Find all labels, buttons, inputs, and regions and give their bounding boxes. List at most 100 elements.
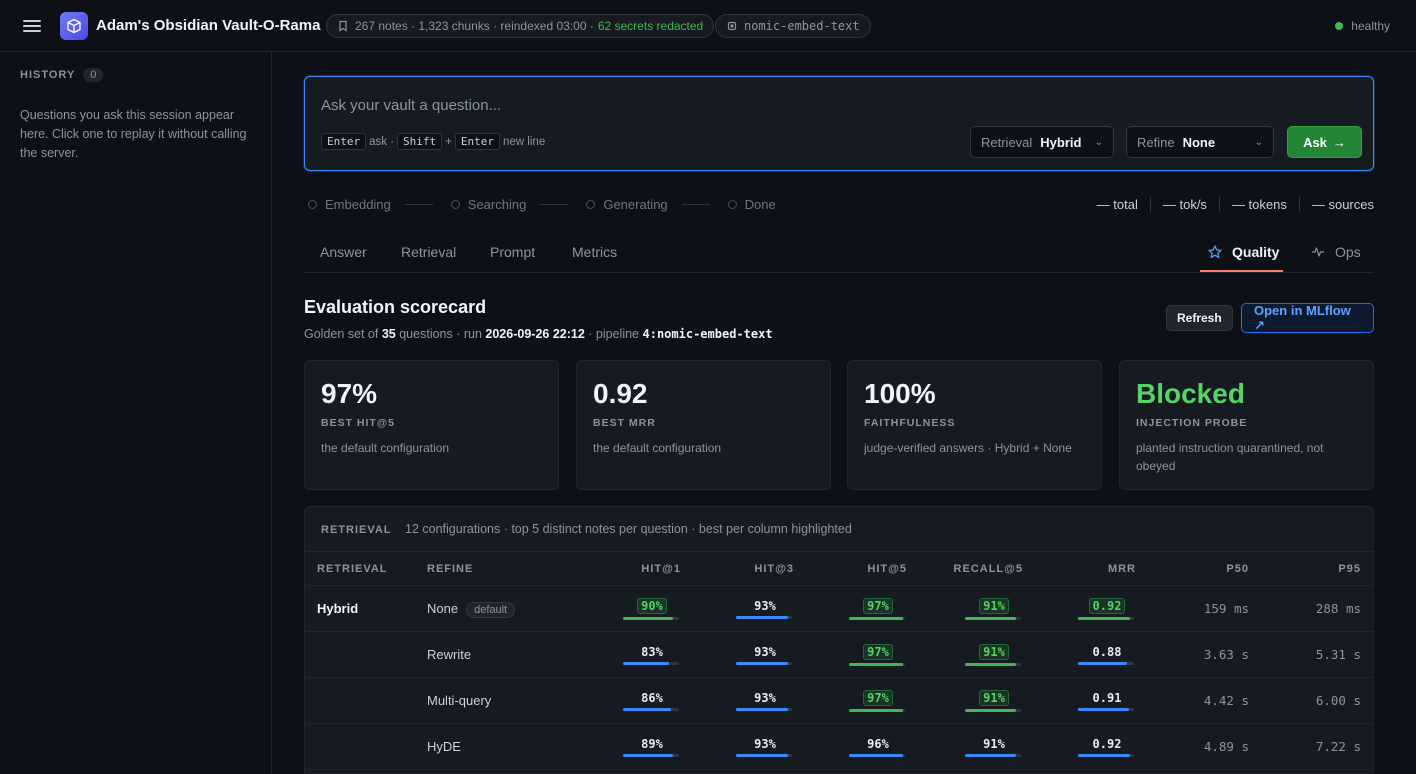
ask-button[interactable]: Ask →	[1287, 126, 1362, 158]
cell-hit5: 96%	[806, 723, 919, 770]
card-best-mrr: 0.92 BEST MRR the default configuration	[576, 360, 831, 490]
refine-label: Multi-query	[427, 693, 492, 708]
kbd-shift: Shift	[397, 133, 443, 150]
kbd-enter-2: Enter	[454, 133, 501, 150]
cell-p95: 5.31 s	[1261, 631, 1373, 678]
metric-cards: 97% BEST HIT@5 the default configuration…	[304, 360, 1374, 490]
step-searching: Searching	[447, 197, 583, 212]
col-header[interactable]: HIT@1	[585, 551, 693, 586]
cell-hit1: 83%	[585, 631, 693, 678]
vault-logo-icon	[60, 12, 88, 40]
status-text: healthy	[1351, 19, 1390, 33]
metric-bar	[1078, 662, 1134, 665]
top-bar: Adam's Obsidian Vault-O-Rama 267 notes ·…	[0, 0, 1416, 52]
chip-icon	[727, 21, 737, 31]
tab-retrieval[interactable]: Retrieval	[401, 244, 456, 260]
question-input[interactable]: Ask your vault a question...	[321, 97, 501, 114]
run-stats: — total — tok/s — tokens — sources	[1085, 197, 1374, 212]
ask-button-label: Ask	[1303, 134, 1327, 150]
metric-bar-fill	[736, 708, 789, 711]
metric-bar	[623, 708, 679, 711]
tab-ops[interactable]: Ops	[1311, 244, 1361, 260]
cell-recall5: 91%	[919, 723, 1035, 770]
card-value: 97%	[321, 378, 378, 409]
stat-total: — total	[1096, 197, 1138, 212]
stat-sources: — sources	[1298, 197, 1374, 212]
refine-select[interactable]: Refine None ⌄	[1126, 126, 1274, 158]
refresh-button[interactable]: Refresh	[1166, 305, 1233, 331]
retrieval-table: RETRIEVAL REFINE HIT@1 HIT@3 HIT@5 RECAL…	[305, 551, 1373, 770]
tab-prompt[interactable]: Prompt	[490, 244, 535, 260]
cell-recall5: 91%	[919, 631, 1035, 678]
progress-steps: Embedding Searching Generating Done	[304, 197, 776, 212]
cell-mrr: 0.91	[1035, 677, 1148, 724]
retrieval-select-value: Hybrid	[1040, 134, 1082, 150]
cell-hit1: 89%	[585, 723, 693, 770]
health-status: healthy	[1335, 19, 1390, 33]
cell-hit3: 93%	[693, 723, 806, 770]
cell-refine: None default	[415, 585, 585, 632]
model-name: nomic-embed-text	[744, 19, 860, 33]
cell-hit5: 97%	[806, 631, 919, 678]
metric-value: 93%	[736, 736, 794, 757]
metric-number: 0.92	[1092, 737, 1122, 751]
cell-refine: Multi-query	[415, 677, 585, 724]
card-best-hit5: 97% BEST HIT@5 the default configuration	[304, 360, 559, 490]
card-faithfulness: 100% FAITHFULNESS judge-verified answers…	[847, 360, 1102, 490]
metric-number: 91%	[979, 597, 1009, 614]
table-row: Rewrite 83% 93% 97% 91% 0.88 3.63 s 5.31…	[305, 631, 1373, 678]
history-sidebar: HISTORY 0 Questions you ask this session…	[0, 52, 272, 774]
open-mlflow-button[interactable]: Open in MLflow ↗	[1241, 303, 1374, 333]
metric-value: 90%	[623, 597, 681, 620]
metric-bar-fill	[736, 616, 789, 619]
metric-value: 91%	[965, 736, 1023, 757]
cell-hit5: 97%	[806, 677, 919, 724]
cell-recall5: 91%	[919, 585, 1035, 632]
col-header[interactable]: HIT@5	[806, 551, 919, 586]
metric-bar	[849, 662, 905, 666]
metric-bar	[965, 708, 1021, 712]
cell-p50: 4.89 s	[1148, 723, 1261, 770]
cell-hit1: 86%	[585, 677, 693, 724]
tab-metrics[interactable]: Metrics	[572, 244, 617, 260]
col-header[interactable]: HIT@3	[693, 551, 806, 586]
cell-mrr: 0.92	[1035, 585, 1148, 632]
arrow-right-icon: →	[1332, 134, 1346, 150]
metric-number: 0.91	[1092, 691, 1122, 705]
hint-plus: +	[445, 135, 452, 148]
tab-quality[interactable]: Quality	[1208, 244, 1279, 260]
col-header[interactable]: P95	[1261, 551, 1373, 586]
default-badge: default	[466, 602, 516, 618]
col-header[interactable]: REFINE	[415, 551, 585, 586]
metric-bar	[965, 754, 1021, 757]
kbd-enter: Enter	[321, 133, 367, 150]
col-header[interactable]: MRR	[1035, 551, 1148, 586]
question-count: 35	[381, 327, 396, 341]
metric-bar-fill	[736, 754, 789, 757]
metric-bar	[1078, 708, 1134, 711]
metric-value: 93%	[736, 690, 794, 711]
card-value: Blocked	[1136, 378, 1245, 409]
retrieval-select[interactable]: Retrieval Hybrid ⌄	[970, 126, 1114, 158]
menu-icon[interactable]	[22, 17, 42, 35]
metric-bar-fill	[623, 754, 673, 757]
refine-label: Rewrite	[427, 647, 472, 662]
metric-value: 97%	[849, 689, 907, 712]
metric-bar	[623, 754, 679, 757]
cell-hit5: 97%	[806, 585, 919, 632]
col-header[interactable]: RETRIEVAL	[305, 551, 415, 586]
metric-bar-fill	[623, 662, 670, 665]
col-header[interactable]: P50	[1148, 551, 1261, 586]
metric-bar-fill	[965, 662, 1016, 666]
metric-value: 96%	[849, 736, 907, 757]
step-generating: Generating	[582, 197, 723, 212]
sub-pipe: · pipeline	[588, 327, 640, 341]
metric-bar	[623, 616, 679, 620]
metric-bar	[736, 662, 792, 665]
tab-answer[interactable]: Answer	[320, 244, 367, 260]
col-header[interactable]: RECALL@5	[919, 551, 1035, 586]
card-value: 100%	[864, 378, 936, 409]
metric-bar	[736, 754, 792, 757]
metric-value: 97%	[849, 643, 907, 666]
retrieval-select-label: Retrieval	[981, 134, 1033, 150]
